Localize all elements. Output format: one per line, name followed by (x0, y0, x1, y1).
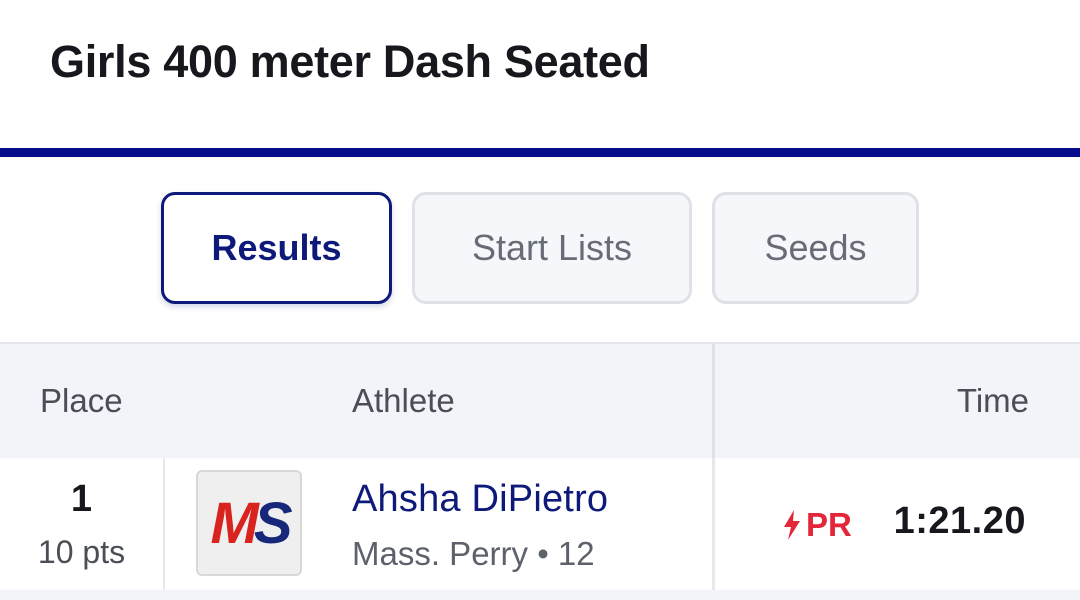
column-header-time: Time (956, 382, 1029, 419)
tab-results[interactable]: Results (161, 192, 392, 304)
team-logo-icon[interactable]: MS (196, 470, 302, 576)
cell-divider (712, 458, 715, 600)
table-header: Place Athlete Time (0, 342, 1080, 460)
tab-bar: Results Start Lists Seeds (0, 157, 1080, 342)
header-divider (0, 148, 1080, 157)
column-header-place: Place (40, 382, 123, 419)
team-logo-letter-m: M (210, 490, 258, 556)
place-number: 1 (70, 478, 93, 520)
team-logo-letter-s: S (253, 490, 293, 556)
tab-seeds[interactable]: Seeds (712, 192, 919, 304)
athlete-name-link[interactable]: Ahsha DiPietro (352, 478, 608, 521)
table-row[interactable]: 1 10 pts MS Ahsha DiPietro Mass. Perry •… (0, 458, 1080, 600)
column-divider (712, 344, 715, 460)
athlete-team-grade: Mass. Perry • 12 (352, 535, 595, 572)
event-title: Girls 400 meter Dash Seated (50, 36, 650, 87)
event-results-page: Girls 400 meter Dash Seated Results Star… (0, 0, 1080, 600)
pr-badge: PR (782, 506, 852, 544)
pr-label: PR (806, 506, 852, 543)
cell-divider (163, 458, 165, 600)
place-points: 10 pts (37, 534, 126, 570)
column-header-athlete: Athlete (352, 382, 455, 419)
row-bottom-border (0, 590, 1080, 600)
result-time: 1:21.20 (893, 500, 1026, 542)
event-header: Girls 400 meter Dash Seated (0, 0, 1080, 148)
lightning-bolt-icon (784, 510, 800, 540)
tab-start-lists[interactable]: Start Lists (412, 192, 692, 304)
results-table: Place Athlete Time 1 10 pts MS Ahsha DiP… (0, 342, 1080, 600)
